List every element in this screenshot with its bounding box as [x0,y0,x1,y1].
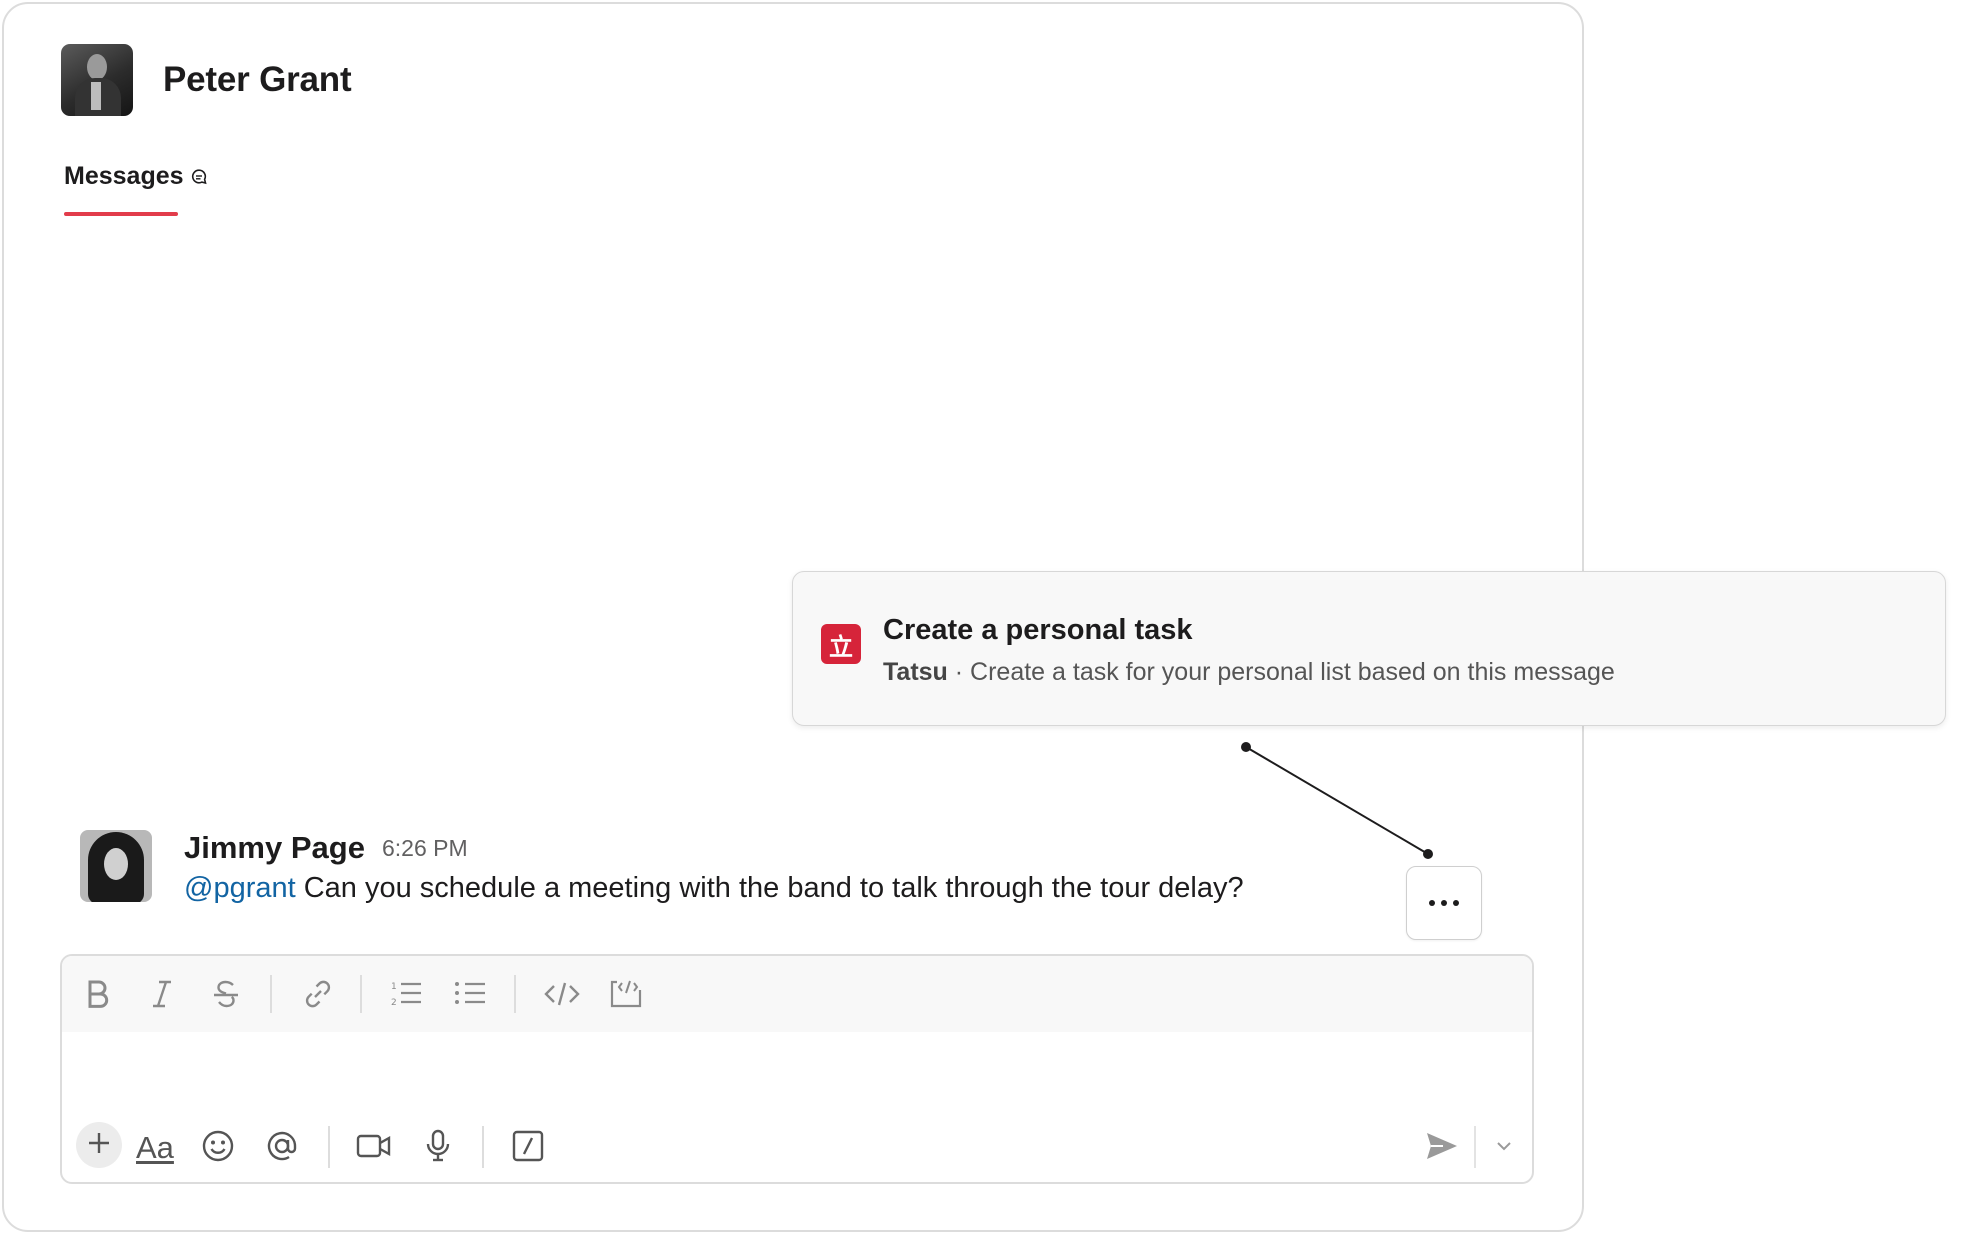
callout-connector [1241,742,1433,859]
